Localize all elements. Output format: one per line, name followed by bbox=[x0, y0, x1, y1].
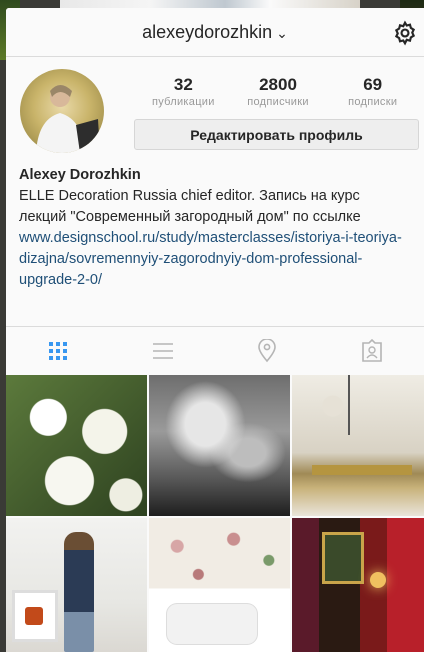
post-thumbnail[interactable] bbox=[292, 375, 424, 516]
tagged-person-icon bbox=[361, 339, 382, 362]
profile-bio: Alexey Dorozhkin ELLE Decoration Russia … bbox=[6, 165, 424, 291]
posts-count-label: публикации bbox=[151, 96, 215, 108]
avatar[interactable] bbox=[20, 69, 104, 153]
chevron-down-icon: ⌄ bbox=[276, 25, 288, 41]
tab-tagged[interactable] bbox=[320, 327, 424, 375]
following-count[interactable]: 69 подписки bbox=[325, 75, 420, 108]
profile-view-tabs bbox=[6, 326, 424, 376]
followers-count[interactable]: 2800 подписчики bbox=[231, 75, 326, 108]
top-bar: alexeydorozhkin ⌄ bbox=[6, 8, 424, 57]
profile-screen: alexeydorozhkin ⌄ 32 публикации 2800 под… bbox=[6, 8, 424, 652]
posts-count[interactable]: 32 публикации bbox=[136, 75, 231, 108]
profile-stats: 32 публикации 2800 подписчики 69 подписк… bbox=[136, 75, 420, 108]
bio-link[interactable]: www.designschool.ru/study/masterclasses/… bbox=[19, 228, 411, 291]
profile-header: 32 публикации 2800 подписчики 69 подписк… bbox=[6, 57, 424, 165]
post-thumbnail[interactable] bbox=[6, 375, 147, 516]
tab-places[interactable] bbox=[215, 327, 320, 375]
location-pin-icon bbox=[258, 339, 277, 363]
gear-icon[interactable] bbox=[392, 20, 418, 46]
bio-text: ELLE Decoration Russia chief editor. Зап… bbox=[19, 188, 361, 225]
profile-full-name: Alexey Dorozhkin bbox=[19, 167, 141, 183]
tab-grid[interactable] bbox=[6, 327, 111, 375]
post-thumbnail[interactable] bbox=[6, 518, 147, 652]
username-switcher[interactable]: alexeydorozhkin ⌄ bbox=[6, 22, 424, 43]
grid-icon bbox=[49, 342, 68, 360]
list-icon bbox=[152, 343, 173, 359]
followers-count-value: 2800 bbox=[259, 75, 297, 94]
post-thumbnail[interactable] bbox=[292, 518, 424, 652]
post-thumbnail[interactable] bbox=[149, 375, 290, 516]
following-count-label: подписки bbox=[348, 96, 398, 108]
post-thumbnail[interactable] bbox=[149, 518, 290, 652]
following-count-value: 69 bbox=[363, 75, 383, 94]
posts-grid bbox=[6, 375, 424, 652]
tab-list[interactable] bbox=[111, 327, 216, 375]
username-label: alexeydorozhkin bbox=[142, 22, 273, 42]
followers-count-label: подписчики bbox=[247, 96, 309, 108]
edit-profile-button[interactable]: Редактировать профиль bbox=[134, 119, 419, 150]
posts-count-value: 32 bbox=[173, 75, 193, 94]
